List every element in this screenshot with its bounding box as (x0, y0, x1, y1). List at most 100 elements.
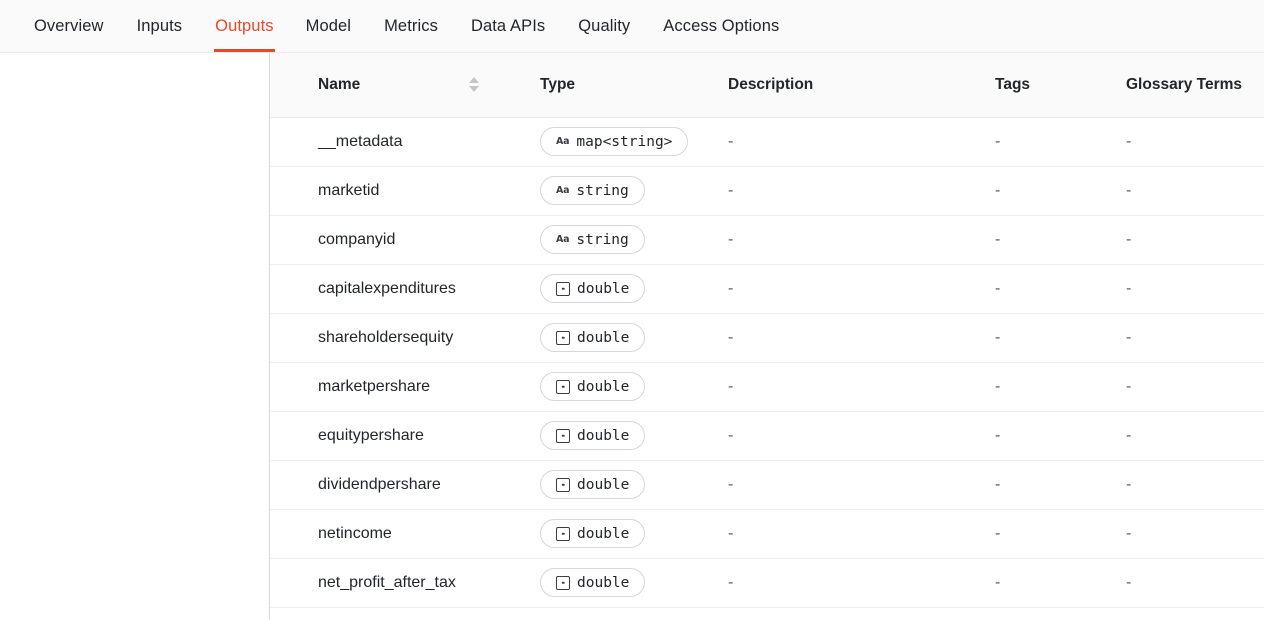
empty-value: - (995, 279, 1001, 297)
empty-value: - (995, 328, 1001, 346)
cell-field-type: double (502, 460, 696, 510)
sort-updown-icon[interactable] (468, 77, 480, 92)
table-row[interactable]: netincome double - - - (270, 509, 1264, 559)
cell-field-type: Aa string (502, 166, 696, 216)
empty-value: - (995, 181, 1001, 199)
cell-glossary-terms: - (1096, 362, 1264, 412)
cell-glossary-terms: - (1096, 411, 1264, 461)
table-row[interactable]: equitypershare double - - - (270, 411, 1264, 461)
type-badge-label: double (577, 525, 630, 542)
empty-value: - (728, 475, 734, 493)
type-badge: double (540, 519, 646, 548)
tab-inputs[interactable]: Inputs (137, 0, 183, 52)
cell-tags: - (962, 558, 1096, 608)
empty-value: - (728, 377, 734, 395)
table-row[interactable]: marketpershare double - - - (270, 362, 1264, 412)
cell-tags: - (962, 460, 1096, 510)
empty-value: - (728, 328, 734, 346)
cell-field-type: double (502, 558, 696, 608)
type-badge: double (540, 372, 646, 401)
cell-field-name: companyid (270, 215, 502, 265)
column-header-name[interactable]: Name (270, 53, 502, 118)
cell-field-type: double (502, 509, 696, 559)
cell-tags: - (962, 313, 1096, 363)
decimal-number-icon (556, 281, 570, 296)
empty-value: - (728, 279, 734, 297)
cell-tags: - (962, 411, 1096, 461)
cell-description: - (696, 411, 962, 461)
tab-overview[interactable]: Overview (34, 0, 104, 52)
empty-value: - (995, 426, 1001, 444)
tab-metrics[interactable]: Metrics (384, 0, 438, 52)
cell-glossary-terms: - (1096, 215, 1264, 265)
type-badge: double (540, 323, 646, 352)
table-header: Name Type Description Tags Glossary Term… (270, 53, 1264, 118)
column-header-description[interactable]: Description (696, 53, 962, 118)
empty-value: - (1126, 181, 1132, 199)
cell-glossary-terms: - (1096, 264, 1264, 314)
sort-descending-arrow (469, 85, 479, 92)
table-row[interactable]: capitalexpenditures double - - - (270, 264, 1264, 314)
tab-access-options[interactable]: Access Options (663, 0, 779, 52)
text-aa-icon: Aa (556, 233, 570, 245)
cell-description: - (696, 117, 962, 167)
type-badge-label: double (577, 427, 630, 444)
column-header-type[interactable]: Type (502, 53, 696, 118)
tab-model[interactable]: Model (306, 0, 351, 52)
empty-value: - (728, 524, 734, 542)
tab-data-apis[interactable]: Data APIs (471, 0, 545, 52)
empty-value: - (1126, 573, 1132, 591)
tab-quality[interactable]: Quality (578, 0, 630, 52)
table-row[interactable]: net_profit_after_tax double - - - (270, 558, 1264, 608)
cell-field-name: shareholdersequity (270, 313, 502, 363)
type-badge-label: string (576, 231, 629, 248)
cell-description: - (696, 460, 962, 510)
cell-field-name: marketid (270, 166, 502, 216)
text-aa-icon: Aa (556, 184, 570, 196)
type-badge: double (540, 568, 646, 597)
schema-table: Name Type Description Tags Glossary Term… (270, 53, 1264, 608)
cell-glossary-terms: - (1096, 117, 1264, 167)
cell-field-name: capitalexpenditures (270, 264, 502, 314)
cell-field-type: double (502, 264, 696, 314)
type-badge-label: double (577, 329, 630, 346)
empty-value: - (995, 524, 1001, 542)
type-badge: Aa map<string> (540, 127, 689, 156)
type-badge-label: double (577, 378, 630, 395)
cell-tags: - (962, 166, 1096, 216)
empty-value: - (1126, 230, 1132, 248)
empty-value: - (728, 573, 734, 591)
decimal-number-icon (556, 477, 570, 492)
column-header-glossary-terms[interactable]: Glossary Terms (1096, 53, 1264, 118)
table-row[interactable]: companyid Aa string - - - (270, 215, 1264, 265)
cell-glossary-terms: - (1096, 509, 1264, 559)
empty-value: - (995, 377, 1001, 395)
cell-description: - (696, 313, 962, 363)
type-badge: Aa string (540, 176, 645, 205)
cell-glossary-terms: - (1096, 460, 1264, 510)
table-row[interactable]: __metadata Aa map<string> - - - (270, 117, 1264, 167)
tab-outputs[interactable]: Outputs (214, 0, 276, 52)
table-body: __metadata Aa map<string> - - - marketid Aa stri… (270, 117, 1264, 608)
cell-description: - (696, 509, 962, 559)
column-header-tags[interactable]: Tags (962, 53, 1096, 118)
cell-glossary-terms: - (1096, 558, 1264, 608)
empty-value: - (995, 573, 1001, 591)
type-badge: double (540, 421, 646, 450)
cell-field-type: double (502, 362, 696, 412)
empty-value: - (728, 230, 734, 248)
cell-field-name: net_profit_after_tax (270, 558, 502, 608)
type-badge: Aa string (540, 225, 645, 254)
table-row[interactable]: marketid Aa string - - - (270, 166, 1264, 216)
table-row[interactable]: shareholdersequity double - - - (270, 313, 1264, 363)
empty-value: - (1126, 132, 1132, 150)
decimal-number-icon (556, 428, 570, 443)
type-badge: double (540, 274, 646, 303)
type-badge-label: map<string> (576, 133, 673, 150)
type-badge-label: double (577, 574, 630, 591)
cell-field-name: __metadata (270, 117, 502, 167)
empty-value: - (995, 475, 1001, 493)
table-row[interactable]: dividendpershare double - - - (270, 460, 1264, 510)
empty-value: - (728, 132, 734, 150)
decimal-number-icon (556, 330, 570, 345)
